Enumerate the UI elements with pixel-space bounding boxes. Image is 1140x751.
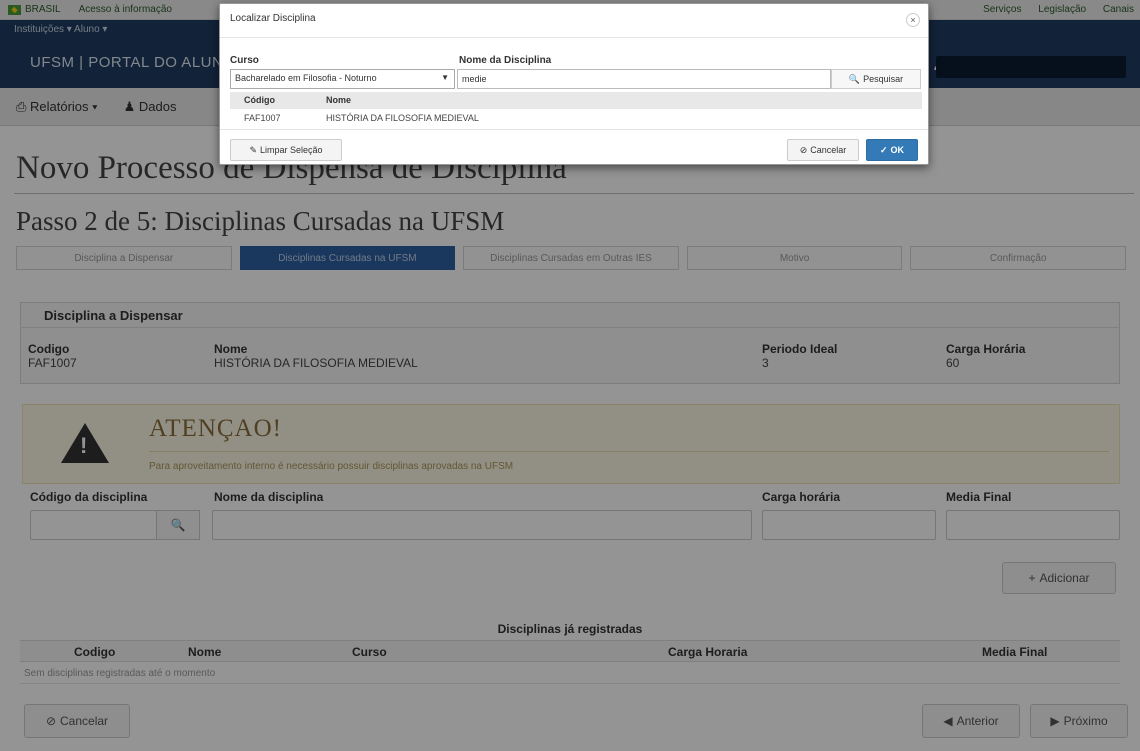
limpar-selecao-button[interactable]: ✎ Limpar Seleção	[230, 139, 342, 161]
search-icon: 🔍	[848, 73, 861, 84]
curso-select[interactable]: Bacharelado em Filosofia - Noturno ▼	[230, 69, 455, 89]
localizar-disciplina-modal: Localizar Disciplina × Curso Nome da Dis…	[219, 3, 929, 165]
eraser-icon: ✎	[249, 144, 257, 155]
nome-disciplina-input[interactable]: medie	[457, 69, 831, 89]
modal-header: Localizar Disciplina ×	[220, 4, 928, 38]
ban-icon: ⊘	[799, 144, 808, 155]
modal-footer-divider	[220, 129, 928, 130]
results-header: Código Nome	[230, 92, 922, 109]
result-codigo: FAF1007	[244, 113, 281, 123]
limpar-selecao-label: Limpar Seleção	[260, 145, 323, 155]
result-row[interactable]: FAF1007 HISTÓRIA DA FILOSOFIA MEDIEVAL	[230, 110, 922, 127]
result-nome: HISTÓRIA DA FILOSOFIA MEDIEVAL	[326, 113, 479, 123]
modal-cancel-label: Cancelar	[810, 145, 847, 155]
caret-down-icon: ▼	[441, 73, 449, 82]
check-icon: ✓	[879, 144, 888, 155]
close-icon[interactable]: ×	[906, 13, 920, 27]
modal-ok-button[interactable]: ✓ OK	[866, 139, 918, 161]
modal-cancel-button[interactable]: ⊘ Cancelar	[787, 139, 859, 161]
results-col-codigo: Código	[244, 95, 275, 105]
nome-disciplina-label: Nome da Disciplina	[459, 55, 552, 66]
results-col-nome: Nome	[326, 95, 352, 105]
curso-label: Curso	[230, 55, 259, 66]
modal-title: Localizar Disciplina	[230, 13, 316, 24]
pesquisar-button[interactable]: 🔍 Pesquisar	[831, 69, 921, 89]
pesquisar-label: Pesquisar	[863, 74, 904, 84]
curso-select-value: Bacharelado em Filosofia - Noturno	[235, 73, 377, 83]
modal-ok-label: OK	[890, 145, 905, 155]
